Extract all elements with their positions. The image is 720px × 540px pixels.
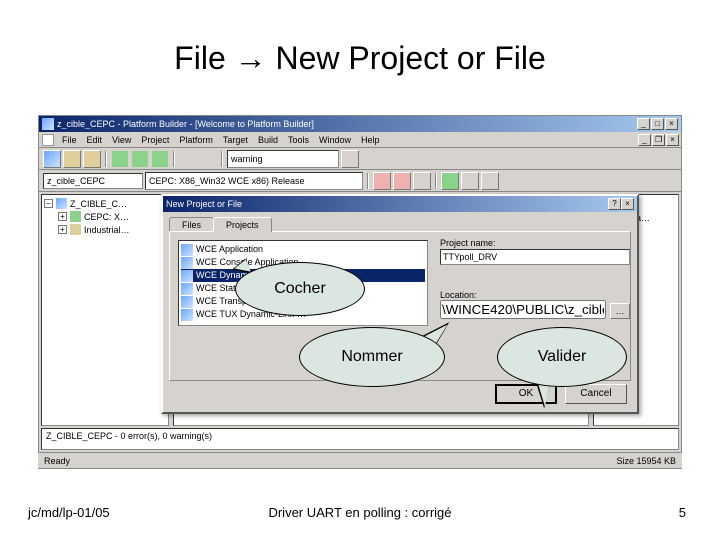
tb-paste-icon[interactable] (151, 150, 169, 168)
close-button[interactable]: × (665, 118, 678, 130)
tb-open-icon[interactable] (63, 150, 81, 168)
tab-projects[interactable]: Projects (213, 217, 272, 232)
slide-title: File → New Project or File (0, 40, 720, 77)
tb-find-icon[interactable] (341, 150, 359, 168)
tb-cut-icon[interactable] (111, 150, 129, 168)
slide: File → New Project or File z_cible_CEPC … (0, 0, 720, 540)
toolbar-sep-3 (221, 151, 223, 167)
menu-project[interactable]: Project (139, 135, 171, 145)
dialog-titlebar: New Project or File ? × (163, 196, 637, 212)
mdi-close[interactable]: × (666, 134, 679, 146)
location-input[interactable] (440, 300, 606, 319)
dialog-buttons: OK Cancel (495, 384, 627, 404)
tb-redo-icon[interactable] (199, 150, 217, 168)
list-item: WCE Application (181, 243, 425, 256)
tb-build-icon[interactable] (373, 172, 391, 190)
project-type-icon (181, 270, 193, 282)
workspace-field[interactable]: z_cible_CEPC (43, 173, 143, 189)
menubar: File Edit View Project Platform Target B… (39, 132, 681, 148)
menu-view[interactable]: View (110, 135, 133, 145)
project-type-icon (181, 244, 193, 256)
menu-build[interactable]: Build (256, 135, 280, 145)
project-name-group: Project name: (440, 236, 630, 265)
project-type-icon (181, 283, 193, 295)
footer-center: Driver UART en polling : corrigé (0, 505, 720, 520)
location-group: Location: … (440, 290, 630, 319)
mdi-minimize[interactable]: _ (638, 134, 651, 146)
mdi-restore[interactable]: ❐ (652, 134, 665, 146)
titlebar: z_cible_CEPC - Platform Builder - [Welco… (39, 116, 681, 132)
callout-valider: Valider (497, 327, 627, 387)
find-combo[interactable]: warning (227, 150, 339, 168)
tree-root[interactable]: Z_CIBLE_C… (70, 199, 127, 209)
dialog-tabs: Files Projects (169, 216, 631, 231)
project-type-icon (181, 296, 193, 308)
toolbar-1: warning (39, 148, 681, 170)
slide-footer: jc/md/lp-01/05 Driver UART en polling : … (0, 505, 720, 520)
list-item-label: WCE Application (196, 243, 263, 256)
tree-collapse-icon[interactable]: − (44, 199, 53, 208)
window-title: z_cible_CEPC - Platform Builder - [Welco… (57, 119, 637, 129)
status-left: Ready (44, 456, 70, 466)
tb-undo-icon[interactable] (179, 150, 197, 168)
callout-text: Cocher (274, 280, 326, 298)
toolbar-sep-5 (435, 173, 437, 189)
config-combo[interactable]: CEPC: X86_Win32 WCE x86) Release (145, 172, 363, 190)
tree-item-1[interactable]: CEPC: X… (84, 212, 129, 222)
folder-icon (70, 224, 81, 235)
dialog-title: New Project or File (166, 199, 242, 209)
callout-nommer: Nommer (299, 327, 445, 387)
tb-rebuild-icon[interactable] (393, 172, 411, 190)
menu-window[interactable]: Window (317, 135, 353, 145)
menu-tools[interactable]: Tools (286, 135, 311, 145)
menu-target[interactable]: Target (221, 135, 250, 145)
maximize-button[interactable]: □ (651, 118, 664, 130)
tb-copy-icon[interactable] (131, 150, 149, 168)
workspace-icon (56, 198, 67, 209)
tb-stop-icon[interactable] (413, 172, 431, 190)
tab-files[interactable]: Files (169, 217, 214, 232)
callout-text: Valider (538, 348, 587, 366)
tb-download-icon[interactable] (441, 172, 459, 190)
menu-edit[interactable]: Edit (85, 135, 105, 145)
platform-icon (70, 211, 81, 222)
dialog-help-button[interactable]: ? (608, 198, 621, 210)
tb-new-icon[interactable] (43, 150, 61, 168)
project-type-icon (181, 309, 193, 321)
cancel-button[interactable]: Cancel (565, 384, 627, 404)
menu-file[interactable]: File (60, 135, 79, 145)
tree-expand-icon[interactable]: + (58, 212, 67, 221)
toolbar-sep-4 (367, 173, 369, 189)
mdi-icon (42, 134, 54, 146)
tb-save-icon[interactable] (83, 150, 101, 168)
app-icon (42, 118, 54, 130)
callout-cocher: Cocher (235, 262, 365, 316)
location-label: Location: (440, 290, 630, 300)
project-name-label: Project name: (440, 238, 630, 248)
tb-debug-icon[interactable] (461, 172, 479, 190)
callout-text: Nommer (341, 348, 402, 366)
dialog-close-button[interactable]: × (621, 198, 634, 210)
output-line: Z_CIBLE_CEPC - 0 error(s), 0 warning(s) (46, 431, 212, 441)
toolbar-2: z_cible_CEPC CEPC: X86_Win32 WCE x86) Re… (39, 170, 681, 192)
browse-button[interactable]: … (610, 303, 630, 319)
menu-help[interactable]: Help (359, 135, 382, 145)
statusbar: Ready Size 15954 KB (38, 452, 682, 468)
tree-item-2[interactable]: Industrial… (84, 225, 130, 235)
output-pane[interactable]: Z_CIBLE_CEPC - 0 error(s), 0 warning(s) (41, 428, 679, 450)
status-right: Size 15954 KB (616, 456, 676, 466)
minimize-button[interactable]: _ (637, 118, 650, 130)
tree-expand-icon-2[interactable]: + (58, 225, 67, 234)
toolbar-sep-2 (173, 151, 175, 167)
tb-run-icon[interactable] (481, 172, 499, 190)
toolbar-sep (105, 151, 107, 167)
menu-platform[interactable]: Platform (177, 135, 215, 145)
project-name-input[interactable] (440, 249, 630, 265)
project-type-icon (181, 257, 193, 269)
app-window: z_cible_CEPC - Platform Builder - [Welco… (38, 115, 682, 469)
window-controls: _ □ × (637, 118, 678, 130)
project-tree[interactable]: − Z_CIBLE_C… + CEPC: X… + Industrial… (41, 194, 169, 426)
